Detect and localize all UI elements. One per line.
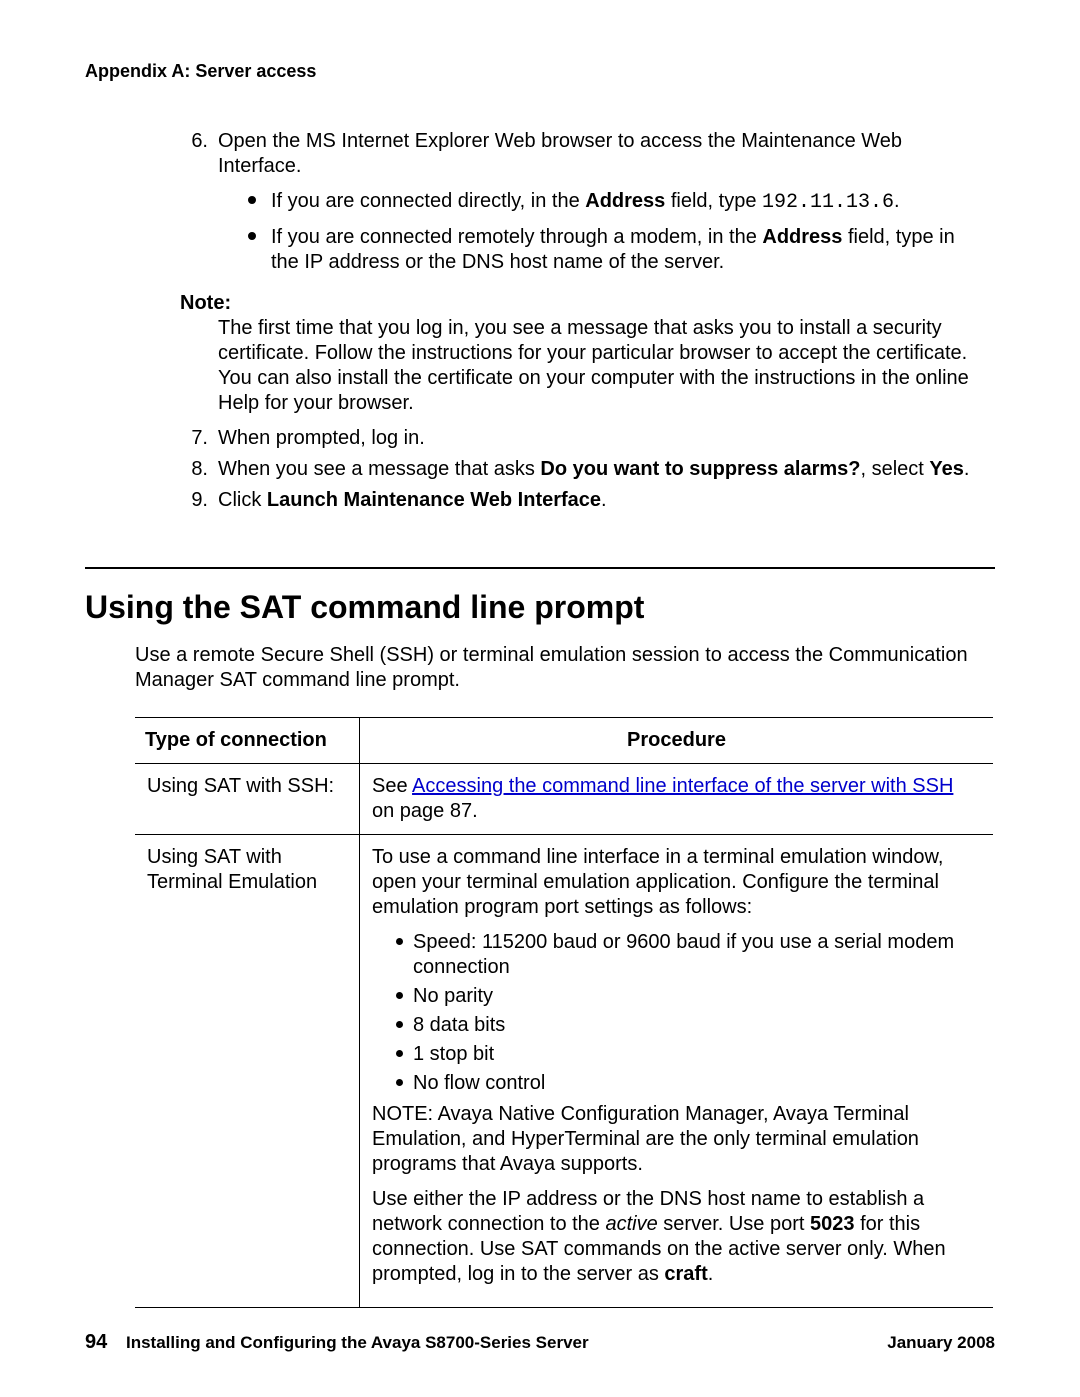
section-heading: Using the SAT command line prompt [85, 587, 995, 627]
step-list: 6. Open the MS Internet Explorer Web bro… [85, 129, 983, 285]
cell-bullet-list: Speed: 115200 baud or 9600 baud if you u… [396, 930, 981, 1096]
text: See [372, 775, 412, 797]
text: on page 87. [372, 800, 478, 822]
text: . [964, 458, 970, 480]
footer-title: Installing and Configuring the Avaya S87… [126, 1333, 589, 1352]
mono-text: 192.11.13.6 [762, 191, 894, 214]
bullet-list: If you are connected directly, in the Ad… [248, 189, 983, 275]
text: . [708, 1263, 714, 1285]
bold-text: Launch Maintenance Web Interface [267, 489, 601, 511]
bullet-text: If you are connected remotely through a … [271, 225, 983, 275]
step-text: Open the MS Internet Explorer Web browse… [218, 130, 902, 177]
bold-text: Address [585, 190, 665, 212]
cell-paragraph: Use either the IP address or the DNS hos… [372, 1187, 981, 1287]
text: , select [860, 458, 929, 480]
cell-paragraph: NOTE: Avaya Native Configuration Manager… [372, 1102, 981, 1177]
procedure-table: Type of connection Procedure Using SAT w… [135, 717, 993, 1308]
bold-text: Do you want to suppress alarms? [540, 458, 860, 480]
link-ssh-access[interactable]: Accessing the command line interface of … [412, 775, 953, 797]
note-label: Note: [180, 291, 983, 316]
bullet-text: 8 data bits [413, 1013, 505, 1038]
step-body: When you see a message that asks Do you … [218, 457, 983, 482]
table-row: Using SAT with Terminal Emulation To use… [135, 834, 993, 1307]
bullet-item: 1 stop bit [396, 1042, 981, 1067]
cell-procedure: See Accessing the command line interface… [360, 763, 994, 834]
text: server. Use port [658, 1213, 810, 1235]
bullet-icon [396, 1021, 403, 1028]
bullet-text: No parity [413, 984, 493, 1009]
cell-paragraph: To use a command line interface in a ter… [372, 845, 981, 920]
bullet-text: Speed: 115200 baud or 9600 baud if you u… [413, 930, 981, 980]
bullet-text: 1 stop bit [413, 1042, 494, 1067]
bullet-icon [396, 938, 403, 945]
step-body: Click Launch Maintenance Web Interface. [218, 488, 983, 513]
bullet-item: 8 data bits [396, 1013, 981, 1038]
page: Appendix A: Server access 6. Open the MS… [0, 0, 1080, 1397]
step-body: Open the MS Internet Explorer Web browse… [218, 129, 983, 285]
cell-type: Using SAT with SSH: [135, 763, 360, 834]
step-number: 8. [180, 457, 208, 482]
cell-type: Using SAT with Terminal Emulation [135, 834, 360, 1307]
bullet-text: No flow control [413, 1071, 545, 1096]
bullet-item: If you are connected remotely through a … [248, 225, 983, 275]
step-number: 7. [180, 426, 208, 451]
text: field, type [665, 190, 762, 212]
text: Click [218, 489, 267, 511]
bullet-icon [396, 1079, 403, 1086]
italic-text: active [605, 1213, 657, 1235]
bullet-item: No flow control [396, 1071, 981, 1096]
step-list-cont: 7. When prompted, log in. 8. When you se… [85, 426, 983, 513]
text: . [894, 190, 900, 212]
bold-text: 5023 [810, 1213, 855, 1235]
bold-text: Yes [929, 458, 963, 480]
bullet-icon [248, 196, 256, 204]
th-type: Type of connection [135, 717, 360, 763]
step-6: 6. Open the MS Internet Explorer Web bro… [180, 129, 983, 285]
bullet-icon [396, 1050, 403, 1057]
cell-procedure: To use a command line interface in a ter… [360, 834, 994, 1307]
th-procedure: Procedure [360, 717, 994, 763]
step-7: 7. When prompted, log in. [180, 426, 983, 451]
bold-text: craft [664, 1263, 707, 1285]
bullet-icon [396, 992, 403, 999]
note-block: Note: The first time that you log in, yo… [180, 291, 983, 416]
text: If you are connected directly, in the [271, 190, 585, 212]
step-body: When prompted, log in. [218, 426, 983, 451]
step-number: 9. [180, 488, 208, 513]
text: When you see a message that asks [218, 458, 540, 480]
footer-left: 94 Installing and Configuring the Avaya … [85, 1330, 589, 1355]
footer-date: January 2008 [887, 1332, 995, 1353]
bold-text: Address [762, 226, 842, 248]
section-rule [85, 567, 995, 569]
note-body: The first time that you log in, you see … [218, 316, 983, 416]
bullet-icon [248, 232, 256, 240]
bullet-text: If you are connected directly, in the Ad… [271, 189, 983, 215]
bullet-item: If you are connected directly, in the Ad… [248, 189, 983, 215]
text: . [601, 489, 607, 511]
bullet-item: No parity [396, 984, 981, 1009]
step-8: 8. When you see a message that asks Do y… [180, 457, 983, 482]
section-intro: Use a remote Secure Shell (SSH) or termi… [135, 643, 983, 693]
text: If you are connected remotely through a … [271, 226, 762, 248]
page-number: 94 [85, 1331, 107, 1353]
step-9: 9. Click Launch Maintenance Web Interfac… [180, 488, 983, 513]
step-number: 6. [180, 129, 208, 285]
header-appendix: Appendix A: Server access [85, 60, 995, 83]
footer: 94 Installing and Configuring the Avaya … [85, 1330, 995, 1355]
table-row: Using SAT with SSH: See Accessing the co… [135, 763, 993, 834]
bullet-item: Speed: 115200 baud or 9600 baud if you u… [396, 930, 981, 980]
